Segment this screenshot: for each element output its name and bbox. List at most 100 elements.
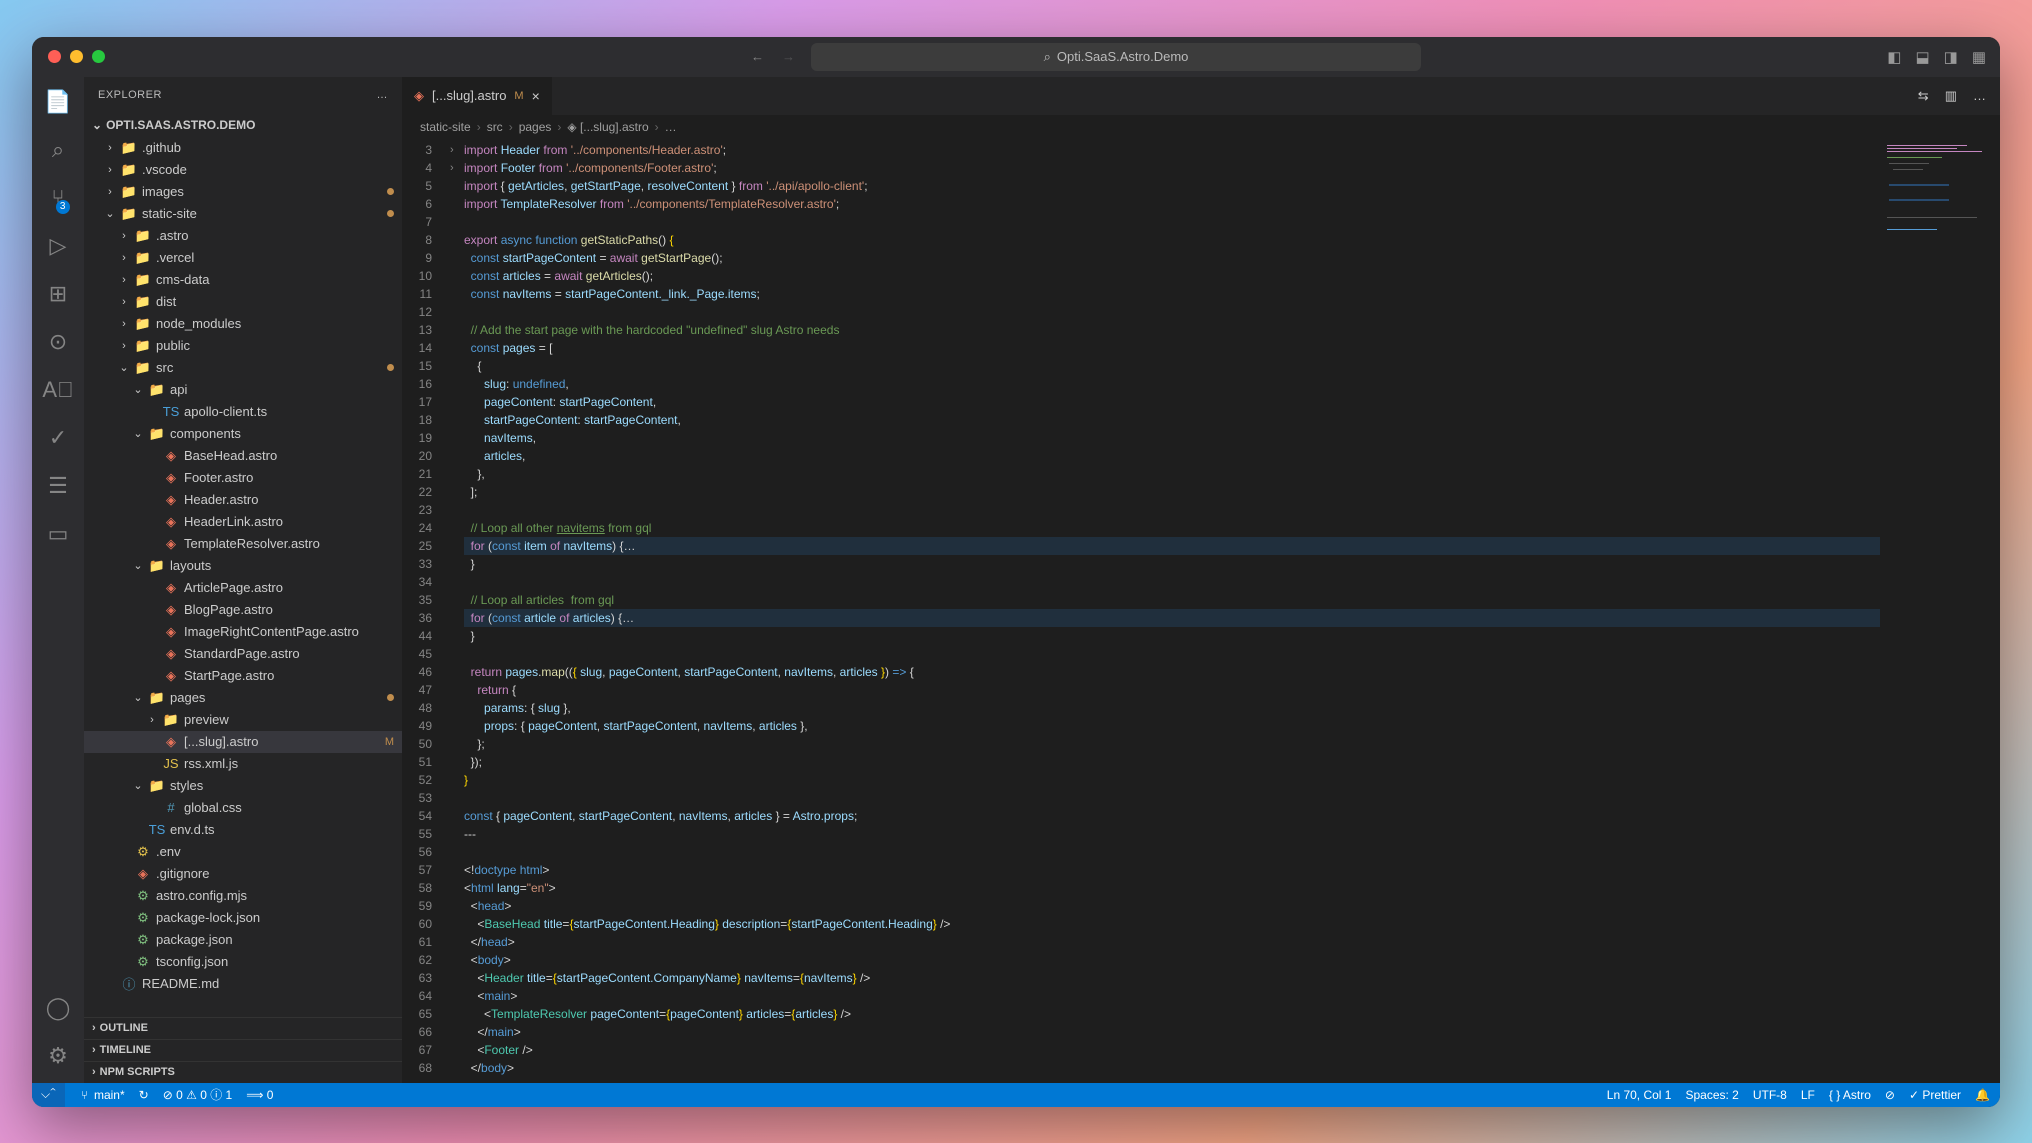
tree-item[interactable]: ⌄📁static-site bbox=[84, 203, 402, 225]
tree-item[interactable]: ›📁dist bbox=[84, 291, 402, 313]
tree-item[interactable]: ›📁.vscode bbox=[84, 159, 402, 181]
maximize-window[interactable] bbox=[92, 50, 105, 63]
activity-robot-icon[interactable]: ⊙ bbox=[49, 329, 67, 355]
activity-ai-icon[interactable]: A⃝ bbox=[42, 377, 73, 403]
tree-item[interactable]: ›📁public bbox=[84, 335, 402, 357]
nav-forward-icon[interactable]: → bbox=[782, 49, 795, 64]
tree-item[interactable]: ◈ArticlePage.astro bbox=[84, 577, 402, 599]
crumb[interactable]: pages bbox=[519, 120, 552, 134]
tree-item[interactable]: ◈StandardPage.astro bbox=[84, 643, 402, 665]
fold-gutter[interactable]: ›› bbox=[450, 139, 464, 1083]
tree-item[interactable]: #global.css bbox=[84, 797, 402, 819]
section-npm-scripts[interactable]: ›NPM SCRIPTS bbox=[84, 1061, 402, 1083]
activity-extensions[interactable]: ⊞ bbox=[49, 281, 67, 307]
tree-item[interactable]: ›📁.vercel bbox=[84, 247, 402, 269]
status-spaces[interactable]: Spaces: 2 bbox=[1685, 1088, 1738, 1102]
activity-search[interactable]: ⌕ bbox=[52, 137, 64, 163]
code-content[interactable]: import Header from '../components/Header… bbox=[464, 139, 1880, 1083]
remote-indicator[interactable]: ⌵⌃ bbox=[32, 1083, 65, 1107]
tree-item[interactable]: ›📁.github bbox=[84, 137, 402, 159]
tab-slug-astro[interactable]: ◈ [...slug].astro M × bbox=[402, 77, 553, 115]
titlebar-actions: ◧ ⬓ ◨ ▦ bbox=[1887, 48, 1986, 66]
crumb[interactable]: ◈ [...slug].astro bbox=[567, 120, 648, 134]
minimap[interactable] bbox=[1880, 139, 2000, 1083]
tab-close-icon[interactable]: × bbox=[532, 88, 540, 104]
activity-debug[interactable]: ▷ bbox=[50, 233, 67, 259]
tree-item[interactable]: ⌄📁pages bbox=[84, 687, 402, 709]
tree-item[interactable]: ◈[...slug].astroM bbox=[84, 731, 402, 753]
layout-panel-icon[interactable]: ⬓ bbox=[1915, 48, 1929, 66]
tree-item[interactable]: ›📁preview bbox=[84, 709, 402, 731]
status-prettier[interactable]: ✓ Prettier bbox=[1909, 1088, 1961, 1102]
crumb[interactable]: src bbox=[487, 120, 503, 134]
tree-item[interactable]: ◈BaseHead.astro bbox=[84, 445, 402, 467]
tree-item[interactable]: ⚙tsconfig.json bbox=[84, 951, 402, 973]
tree-item[interactable]: ⌄📁src bbox=[84, 357, 402, 379]
tree-item[interactable]: ⌄📁components bbox=[84, 423, 402, 445]
layout-sidebar-right-icon[interactable]: ◨ bbox=[1944, 48, 1958, 66]
tree-item[interactable]: ⚙package.json bbox=[84, 929, 402, 951]
sidebar-more-icon[interactable]: … bbox=[377, 89, 389, 101]
nav-back-icon[interactable]: ← bbox=[751, 49, 764, 64]
activity-other-icon[interactable]: ☰ bbox=[48, 473, 68, 499]
tree-item[interactable]: ›📁cms-data bbox=[84, 269, 402, 291]
tree-item[interactable]: ⚙astro.config.mjs bbox=[84, 885, 402, 907]
more-icon[interactable]: … bbox=[1973, 88, 1986, 103]
tree-item[interactable]: ⌄📁styles bbox=[84, 775, 402, 797]
traffic-lights bbox=[48, 50, 105, 63]
crumb[interactable]: … bbox=[665, 120, 677, 134]
tab-actions: ⇆ ▥ … bbox=[1904, 77, 2000, 115]
crumb[interactable]: static-site bbox=[420, 120, 471, 134]
tree-item[interactable]: ›📁node_modules bbox=[84, 313, 402, 335]
layout-sidebar-left-icon[interactable]: ◧ bbox=[1887, 48, 1901, 66]
tree-item[interactable]: JSrss.xml.js bbox=[84, 753, 402, 775]
layout-custom-icon[interactable]: ▦ bbox=[1972, 48, 1986, 66]
tree-item[interactable]: TSapollo-client.ts bbox=[84, 401, 402, 423]
activity-account[interactable]: ◯ bbox=[46, 995, 71, 1021]
tree-item[interactable]: ◈TemplateResolver.astro bbox=[84, 533, 402, 555]
code-editor[interactable]: 3456789101112131415161718192021222324253… bbox=[402, 139, 2000, 1083]
tree-item[interactable]: ◈.gitignore bbox=[84, 863, 402, 885]
tree-item[interactable]: ⚙.env bbox=[84, 841, 402, 863]
status-bell[interactable]: ⊘ bbox=[1885, 1088, 1895, 1102]
tree-item[interactable]: ◈ImageRightContentPage.astro bbox=[84, 621, 402, 643]
status-encoding[interactable]: UTF-8 bbox=[1753, 1088, 1787, 1102]
tree-item[interactable]: ›📁.astro bbox=[84, 225, 402, 247]
tree-item[interactable]: ⌄📁api bbox=[84, 379, 402, 401]
project-header[interactable]: ⌄ OPTI.SAAS.ASTRO.DEMO bbox=[84, 113, 402, 137]
status-branch[interactable]: ⑂main* bbox=[81, 1088, 125, 1102]
status-eol[interactable]: LF bbox=[1801, 1088, 1815, 1102]
split-icon[interactable]: ▥ bbox=[1945, 88, 1957, 104]
activity-check-icon[interactable]: ✓ bbox=[49, 425, 67, 451]
section-timeline[interactable]: ›TIMELINE bbox=[84, 1039, 402, 1061]
status-ports[interactable]: ⟹ 0 bbox=[246, 1088, 273, 1102]
status-problems[interactable]: ⊘ 0 ⚠ 0 ⓘ 1 bbox=[163, 1086, 233, 1103]
activity-scm[interactable]: ⑂3 bbox=[51, 185, 64, 211]
minimize-window[interactable] bbox=[70, 50, 83, 63]
activity-settings[interactable]: ⚙ bbox=[48, 1043, 68, 1069]
tree-item[interactable]: ◈Header.astro bbox=[84, 489, 402, 511]
file-tree[interactable]: ›📁.github›📁.vscode›📁images⌄📁static-site›… bbox=[84, 137, 402, 1017]
section-outline[interactable]: ›OUTLINE bbox=[84, 1017, 402, 1039]
tree-item[interactable]: ⚙package-lock.json bbox=[84, 907, 402, 929]
tree-item[interactable]: ›📁images bbox=[84, 181, 402, 203]
status-notifications[interactable]: 🔔 bbox=[1975, 1088, 1990, 1102]
tree-item[interactable]: ◈Footer.astro bbox=[84, 467, 402, 489]
tree-item[interactable]: ⌄📁layouts bbox=[84, 555, 402, 577]
command-center[interactable]: ⌕ Opti.SaaS.Astro.Demo bbox=[811, 43, 1421, 71]
activity-window-icon[interactable]: ▭ bbox=[48, 521, 69, 547]
tree-item[interactable]: TSenv.d.ts bbox=[84, 819, 402, 841]
tree-item[interactable]: ◈BlogPage.astro bbox=[84, 599, 402, 621]
tree-item[interactable]: ◈HeaderLink.astro bbox=[84, 511, 402, 533]
status-lang[interactable]: { } Astro bbox=[1829, 1088, 1871, 1102]
close-window[interactable] bbox=[48, 50, 61, 63]
breadcrumbs[interactable]: static-site›src›pages›◈ [...slug].astro›… bbox=[402, 115, 2000, 139]
compare-icon[interactable]: ⇆ bbox=[1918, 88, 1929, 104]
status-cursor[interactable]: Ln 70, Col 1 bbox=[1607, 1088, 1672, 1102]
activity-explorer[interactable]: 📄 bbox=[44, 89, 71, 115]
tree-item[interactable]: ◈StartPage.astro bbox=[84, 665, 402, 687]
status-sync[interactable]: ↻ bbox=[139, 1088, 149, 1102]
line-gutter: 3456789101112131415161718192021222324253… bbox=[402, 139, 450, 1083]
search-text: Opti.SaaS.Astro.Demo bbox=[1057, 49, 1189, 64]
tree-item[interactable]: ⓘREADME.md bbox=[84, 973, 402, 995]
